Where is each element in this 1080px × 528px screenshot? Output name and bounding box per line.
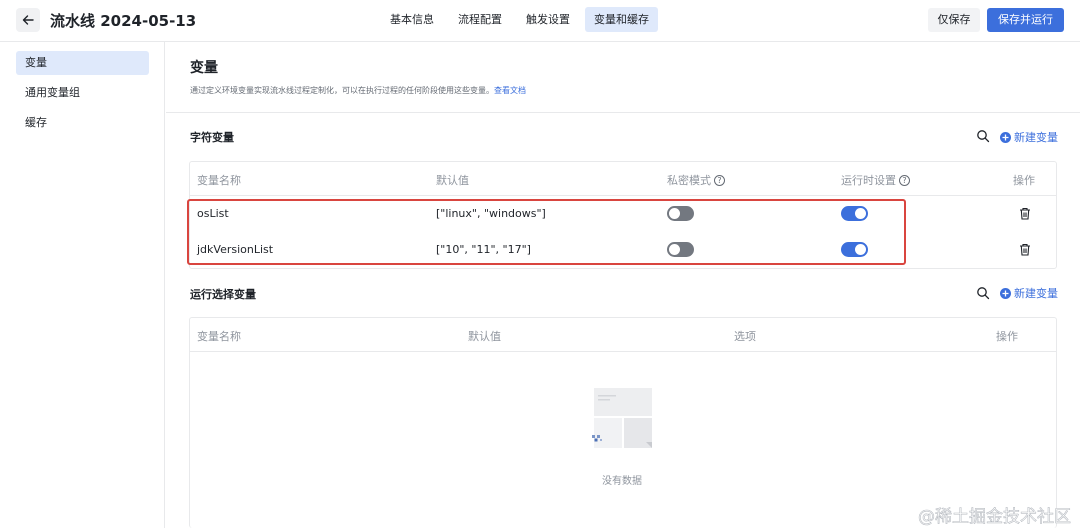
top-bar: 流水线 2024-05-13 基本信息 流程配置 触发设置 变量和缓存 仅保存 … xyxy=(0,0,1080,42)
help-icon[interactable]: ? xyxy=(714,174,725,186)
page-description: 通过定义环境变量实现流水线过程定制化，可以在执行过程的任何阶段使用这些变量。查看… xyxy=(190,85,526,96)
table-header: 变量名称 默认值 选项 操作 xyxy=(190,318,1056,352)
sidebar-item-variables[interactable]: 变量 xyxy=(16,51,149,75)
tab-trigger-settings[interactable]: 触发设置 xyxy=(517,7,579,32)
empty-data-illustration xyxy=(592,388,652,448)
empty-state-text: 没有数据 xyxy=(602,476,642,487)
column-header-default: 默认值 xyxy=(436,174,469,187)
table-header: 变量名称 默认值 私密模式? 运行时设置? 操作 xyxy=(190,162,1056,196)
column-header-default: 默认值 xyxy=(468,330,501,343)
string-vars-title: 字符变量 xyxy=(190,131,234,144)
sidebar: 变量 通用变量组 缓存 xyxy=(0,42,165,528)
new-select-var-button[interactable]: 新建变量 xyxy=(1000,285,1058,301)
description-text: 通过定义环境变量实现流水线过程定制化，可以在执行过程的任何阶段使用这些变量。 xyxy=(190,86,494,95)
arrow-left-icon xyxy=(22,15,34,25)
select-vars-title: 运行选择变量 xyxy=(190,288,256,301)
back-button[interactable] xyxy=(16,8,40,32)
page-title: 变量 xyxy=(190,60,218,76)
tab-variables-cache[interactable]: 变量和缓存 xyxy=(585,7,658,32)
tab-basic-info[interactable]: 基本信息 xyxy=(381,7,443,32)
trash-icon[interactable] xyxy=(1019,207,1031,220)
new-var-label: 新建变量 xyxy=(1014,131,1058,144)
plus-circle-icon xyxy=(1000,131,1011,143)
sidebar-item-common-var-groups[interactable]: 通用变量组 xyxy=(16,81,149,105)
column-header-runtime: 运行时设置? xyxy=(841,172,910,188)
page-header: 变量 通过定义环境变量实现流水线过程定制化，可以在执行过程的任何阶段使用这些变量… xyxy=(166,42,1080,113)
column-header-actions: 操作 xyxy=(996,330,1018,343)
search-icon[interactable] xyxy=(976,129,990,143)
column-header-name: 变量名称 xyxy=(197,330,241,343)
column-header-secret: 私密模式? xyxy=(667,172,725,188)
column-header-options: 选项 xyxy=(734,330,756,343)
new-string-var-button[interactable]: 新建变量 xyxy=(1000,129,1058,145)
view-docs-link[interactable]: 查看文档 xyxy=(494,86,526,95)
sidebar-item-cache[interactable]: 缓存 xyxy=(16,111,149,135)
tab-flow-config[interactable]: 流程配置 xyxy=(449,7,511,32)
save-only-button[interactable]: 仅保存 xyxy=(928,8,980,32)
column-header-actions: 操作 xyxy=(1013,174,1035,187)
help-icon[interactable]: ? xyxy=(899,174,910,186)
trash-icon[interactable] xyxy=(1019,243,1031,256)
pipeline-title: 流水线 2024-05-13 xyxy=(50,12,197,30)
plus-circle-icon xyxy=(1000,287,1011,299)
column-header-name: 变量名称 xyxy=(197,174,241,187)
tab-bar: 基本信息 流程配置 触发设置 变量和缓存 xyxy=(381,7,658,32)
highlight-box xyxy=(187,199,906,265)
save-and-run-button[interactable]: 保存并运行 xyxy=(987,8,1064,32)
watermark: @稀土掘金技术社区 xyxy=(918,507,1072,528)
search-icon[interactable] xyxy=(976,286,990,300)
new-var-label: 新建变量 xyxy=(1014,287,1058,300)
